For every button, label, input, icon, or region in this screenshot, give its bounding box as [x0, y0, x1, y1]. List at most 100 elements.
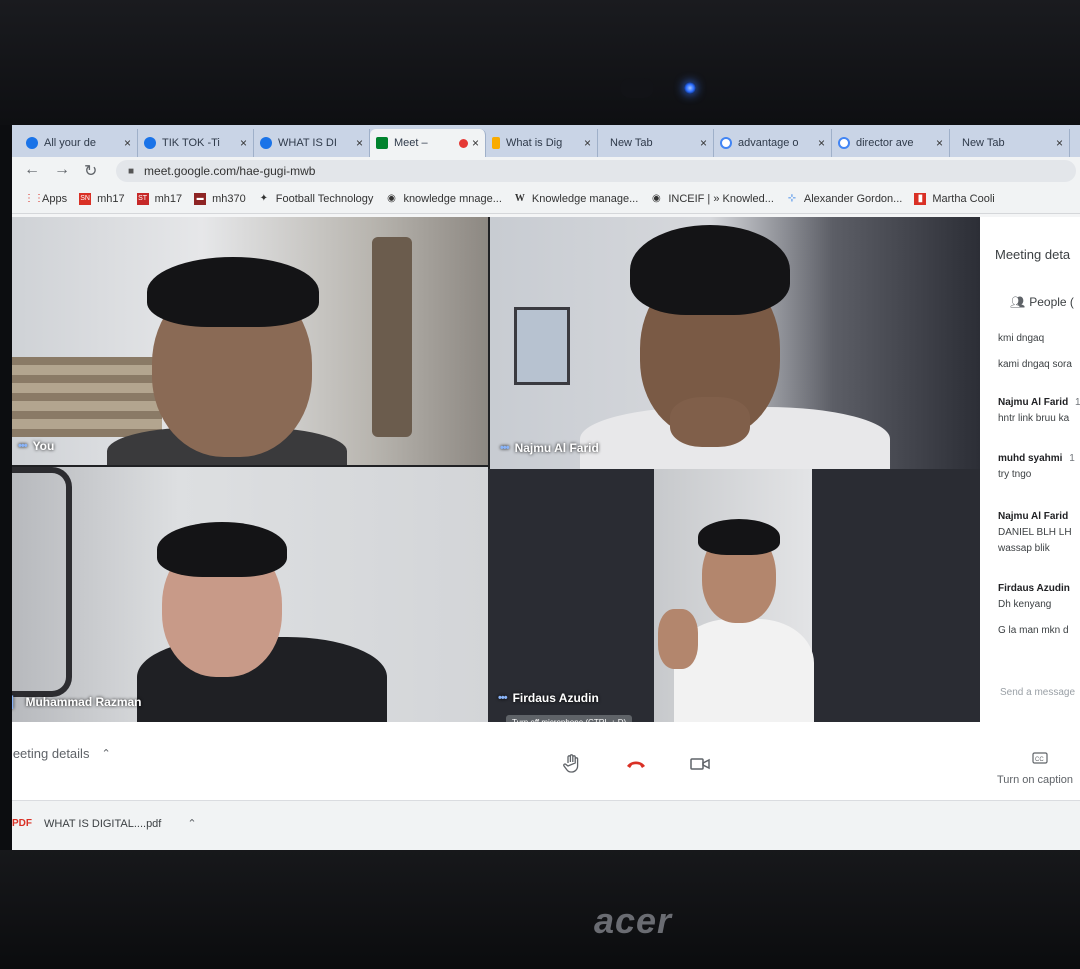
end-call-button[interactable] [618, 746, 654, 782]
bookmark-mh17[interactable]: SN mh17 [79, 193, 125, 205]
close-icon[interactable]: × [818, 136, 825, 150]
audio-indicator-icon: ••• [18, 440, 28, 452]
video-tile-najmu[interactable]: ••• Najmu Al Farid [490, 217, 980, 469]
bench-background [12, 357, 162, 437]
chat-message: wassap blik [998, 543, 1050, 554]
tab-new-tab-2[interactable]: New Tab × [950, 129, 1070, 157]
curtain-background [372, 237, 412, 437]
chair-background [12, 467, 72, 697]
tab-tiktok[interactable]: TIK TOK -Ti × [138, 129, 254, 157]
chat-sender-name: Najmu Al Farid [998, 397, 1069, 408]
address-bar[interactable]: ■ meet.google.com/hae-gugi-mwb [116, 160, 1076, 182]
globe-icon: ◉ [387, 193, 396, 204]
webcam-light [684, 82, 696, 94]
download-item[interactable]: PDF WHAT IS DIGITAL....pdf ⌃ [12, 817, 197, 831]
end-call-icon [627, 761, 645, 768]
participant-hair [698, 519, 780, 555]
captions-button-label[interactable]: Turn on caption [997, 774, 1073, 786]
tab-all-your[interactable]: All your de × [20, 129, 138, 157]
participant-name-text: Muhammad Razman [25, 695, 142, 709]
participant-name-you: ••• You [18, 439, 54, 453]
chat-timestamp: 1 [1074, 397, 1080, 408]
google-icon [838, 137, 850, 149]
meeting-details-button[interactable]: Meeting details ⌃ [12, 746, 111, 761]
chevron-up-icon[interactable]: ⌃ [187, 817, 196, 830]
tab-title: director ave [856, 137, 914, 149]
bookmarks-bar: ⋮⋮ Apps SN mh17 ST mh17 ▬ mh370 ✦ Footba… [12, 185, 1080, 214]
bookmark-label: Martha Cooli [932, 193, 995, 205]
doc-icon [492, 137, 500, 149]
bookmark-martha-cooli[interactable]: ▮ Martha Cooli [914, 193, 995, 205]
tab-new-tab[interactable]: New Tab × [598, 129, 714, 157]
meet-video-grid: ••• You ••• Najmu Al Farid ▏ Muhammad Ra… [12, 217, 980, 722]
bookmark-knowledge-mnage[interactable]: ◉ knowledge mnage... [385, 193, 502, 205]
close-icon[interactable]: × [1056, 136, 1063, 150]
participant-video-feed [654, 469, 814, 722]
url-text: meet.google.com/hae-gugi-mwb [144, 164, 316, 178]
tab-title: TIK TOK -Ti [162, 137, 220, 149]
tab-meet[interactable]: Meet – × [370, 129, 486, 157]
browser-toolbar: ← → ↻ ■ meet.google.com/hae-gugi-mwb [12, 157, 1080, 185]
bookmark-apps[interactable]: ⋮⋮ Apps [24, 193, 67, 205]
raise-hand-button[interactable] [554, 746, 590, 782]
participant-hand [670, 397, 750, 447]
close-icon[interactable]: × [472, 136, 479, 150]
video-tile-muhammad-razman[interactable]: ▏ Muhammad Razman [12, 467, 488, 722]
tab-what-is-dig[interactable]: What is Dig × [486, 129, 598, 157]
close-icon[interactable]: × [240, 136, 247, 150]
participant-hair [630, 225, 790, 315]
people-tab[interactable]: 👥︎ People ( [1010, 295, 1074, 309]
bookmark-inceif[interactable]: ◉ INCEIF | » Knowled... [650, 193, 774, 205]
meet-controls-bar: Meeting details ⌃ CC Turn on caption [12, 722, 1080, 800]
reload-icon[interactable]: ↻ [84, 161, 97, 181]
globe-icon: ◉ [651, 193, 661, 204]
chat-sender: Firdaus Azudin [998, 583, 1070, 594]
bookmark-mh370[interactable]: ▬ mh370 [194, 193, 246, 205]
participant-hair [147, 257, 319, 327]
bookmark-label: mh17 [97, 193, 125, 205]
tab-title: New Tab [962, 137, 1005, 149]
bookmark-label: Knowledge manage... [531, 193, 639, 205]
audio-indicator-icon: ••• [498, 692, 508, 704]
chat-sender: muhd syahmi 1 [998, 453, 1075, 464]
close-icon[interactable]: × [936, 136, 943, 150]
close-icon[interactable]: × [356, 136, 363, 150]
video-tile-you[interactable]: ••• You [12, 217, 488, 465]
chat-sender: Najmu Al Farid [998, 511, 1069, 522]
video-camera-icon [690, 758, 710, 770]
wikipedia-icon: W [514, 193, 525, 204]
back-icon[interactable]: ← [24, 161, 40, 179]
video-tile-firdaus-azudin[interactable]: ••• Firdaus Azudin [488, 469, 980, 722]
chat-message: kmi dngaq [998, 333, 1045, 344]
bookmark-mh17-2[interactable]: ST mh17 [136, 193, 182, 205]
tab-title: What is Dig [506, 137, 563, 149]
close-icon[interactable]: × [700, 136, 707, 150]
participant-name-najmu: ••• Najmu Al Farid [500, 441, 599, 455]
bookmark-knowledge-manage[interactable]: W Knowledge manage... [514, 193, 638, 205]
close-icon[interactable]: × [584, 136, 591, 150]
tab-director[interactable]: director ave × [832, 129, 950, 157]
apps-grid-icon: ⋮⋮ [24, 193, 44, 204]
people-tab-label: People ( [1029, 295, 1074, 309]
tab-title: Meet – [394, 137, 428, 149]
tab-advantage[interactable]: advantage o × [714, 129, 832, 157]
close-icon[interactable]: × [124, 136, 131, 150]
meeting-details-label: Meeting details [12, 746, 90, 761]
send-message-input[interactable]: Send a message [1000, 687, 1075, 698]
bookmark-alexander-gordon[interactable]: ⊹ Alexander Gordon... [786, 193, 903, 205]
acer-logo: acer [593, 900, 673, 941]
captions-icon[interactable]: CC [1032, 752, 1048, 767]
news-site-icon: SN [79, 193, 92, 205]
people-icon: 👥︎ [1010, 295, 1026, 309]
laptop-bezel-bottom [0, 850, 1080, 969]
bookmark-label: Apps [42, 193, 68, 205]
download-filename: WHAT IS DIGITAL....pdf [44, 817, 162, 830]
bookmark-label: knowledge mnage... [403, 193, 502, 205]
tab-title: All your de [44, 137, 96, 149]
camera-button[interactable] [682, 746, 718, 782]
bookmark-football-technology[interactable]: ✦ Football Technology [258, 193, 374, 205]
chat-message: DANIEL BLH LH [998, 527, 1072, 538]
tab-what-is-di[interactable]: WHAT IS DI × [254, 129, 370, 157]
forward-icon[interactable]: → [54, 161, 70, 179]
chat-sender-name: muhd syahmi [998, 453, 1063, 464]
